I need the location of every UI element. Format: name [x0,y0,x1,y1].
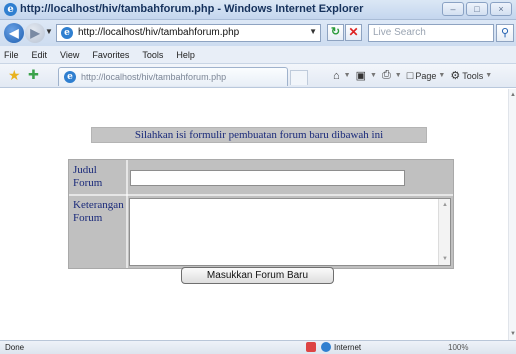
security-zone[interactable]: Internet [334,343,361,352]
stop-icon: ✕ [348,25,359,39]
forum-description-textarea[interactable]: ▲ ▼ [129,198,451,266]
back-arrow-icon: ◀ [9,26,19,40]
window-title: http://localhost/hiv/tambahforum.php - W… [20,3,364,15]
status-bar: Done Internet 100% [0,340,516,354]
recent-pages-dropdown[interactable]: ▼ [45,27,53,36]
minimize-button[interactable]: – [442,2,464,16]
form-instruction: Silahkan isi formulir pembuatan forum ba… [91,127,427,143]
stop-button[interactable]: ✕ [345,24,362,41]
tab-active[interactable]: e http://localhost/hiv/tambahforum.php [58,67,288,86]
gear-icon: ⚙ [450,70,461,82]
page-content: Silahkan isi formulir pembuatan forum ba… [0,89,508,340]
forum-title-label: Judul Forum [73,164,103,189]
maximize-button[interactable]: □ [466,2,488,16]
print-icon[interactable]: ⎙ [382,69,391,82]
address-dropdown-icon[interactable]: ▼ [309,27,317,36]
form-row-divider [69,194,453,196]
favorites-tab-bar: ★ ✚ e http://localhost/hiv/tambahforum.p… [0,64,516,88]
tab-favicon-icon: e [64,71,76,83]
status-text: Done [5,343,25,352]
forum-description-label: Keterangan Forum [73,199,124,224]
address-toolbar: ◀ ▶ ▼ e http://localhost/hiv/tambahforum… [0,20,516,46]
refresh-button[interactable]: ↻ [327,24,344,41]
close-window-button[interactable]: × [490,2,512,16]
home-icon[interactable]: ⌂ [333,70,340,82]
submit-forum-button[interactable]: Masukkan Forum Baru [181,267,334,284]
window-titlebar: e http://localhost/hiv/tambahforum.php -… [0,0,516,20]
protected-mode-icon[interactable] [306,342,316,352]
ie-logo-icon: e [4,3,17,16]
page-favicon-icon: e [61,27,73,39]
textarea-scrollbar[interactable]: ▲ ▼ [438,199,450,265]
feeds-icon[interactable]: ▣ [356,69,366,82]
search-input[interactable]: Live Search [368,24,494,42]
page-scroll-down-icon[interactable]: ▼ [510,331,516,337]
window-controls: – □ × [442,2,512,16]
page-scroll-up-icon[interactable]: ▲ [510,92,516,98]
menu-bar: File Edit View Favorites Tools Help [0,46,516,64]
menu-file[interactable]: File [4,46,19,63]
menu-view[interactable]: View [60,46,79,63]
refresh-icon: ↻ [330,26,341,38]
page-menu-button[interactable]: Page [415,71,436,81]
menu-favorites[interactable]: Favorites [92,46,129,63]
add-favorites-icon[interactable]: ✚ [28,68,39,82]
scroll-down-icon[interactable]: ▼ [442,256,448,262]
menu-tools[interactable]: Tools [142,46,163,63]
forward-button[interactable]: ▶ [25,23,45,43]
page-scrollbar[interactable]: ▲ ▼ [508,89,516,340]
menu-help[interactable]: Help [176,46,195,63]
forward-arrow-icon: ▶ [30,26,40,40]
search-icon: ⚲ [500,27,510,39]
command-bar: ⌂ ▼ ▣ ▼ ⎙ ▼ □ Page ▼ ⚙ Tools ▼ [333,69,493,82]
search-placeholder: Live Search [373,27,426,38]
forum-title-input[interactable] [130,170,405,186]
page-icon: □ [406,69,414,82]
star-icon[interactable]: ★ [8,68,21,82]
menu-edit[interactable]: Edit [32,46,48,63]
scroll-up-icon[interactable]: ▲ [442,202,448,208]
back-button[interactable]: ◀ [4,23,24,43]
tab-label: http://localhost/hiv/tambahforum.php [81,72,227,82]
address-url-text: http://localhost/hiv/tambahforum.php [78,27,240,38]
globe-icon [321,342,331,352]
address-input[interactable]: e http://localhost/hiv/tambahforum.php ▼ [56,24,321,42]
new-tab-button[interactable] [290,70,308,85]
tools-menu-button[interactable]: Tools [462,71,483,81]
search-button[interactable]: ⚲ [496,24,514,42]
new-forum-form: Judul Forum Keterangan Forum ▲ ▼ [68,159,454,269]
zoom-level[interactable]: 100% [448,343,468,352]
